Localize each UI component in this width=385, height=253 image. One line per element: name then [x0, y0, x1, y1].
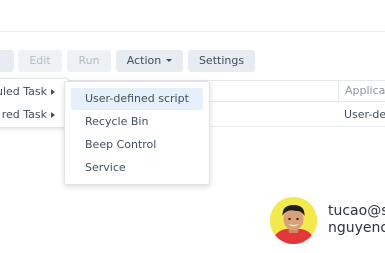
submenu-item-user-defined-script[interactable]: User-defined script: [71, 88, 203, 110]
column-header-application[interactable]: Applicat: [338, 81, 385, 101]
edit-button[interactable]: Edit: [18, 50, 62, 72]
settings-button[interactable]: Settings: [188, 50, 255, 72]
menu-item-triggered-task[interactable]: red Task: [0, 104, 68, 126]
create-button[interactable]: [0, 50, 14, 72]
window-titlebar: [0, 0, 385, 32]
chevron-right-icon: [51, 89, 55, 95]
submenu-item-recycle-bin[interactable]: Recycle Bin: [71, 111, 203, 133]
submenu-item-beep-control[interactable]: Beep Control: [71, 134, 203, 156]
user-name: nguyeno: [328, 220, 385, 236]
avatar: [270, 197, 317, 244]
menu-item-scheduled-task[interactable]: uled Task: [0, 81, 68, 103]
action-button[interactable]: Action: [116, 50, 183, 72]
caret-down-icon: [166, 58, 173, 62]
create-menu: uled Task red Task: [0, 78, 69, 128]
menu-item-label: red Task: [1, 108, 47, 121]
chevron-right-icon: [51, 112, 55, 118]
run-button[interactable]: Run: [67, 50, 111, 72]
user-email: tucao@s: [328, 203, 385, 219]
user-info: tucao@s nguyeno: [328, 203, 385, 237]
scheduled-task-submenu: User-defined script Recycle Bin Beep Con…: [64, 81, 210, 185]
submenu-item-service[interactable]: Service: [71, 157, 203, 179]
cell-application: User-de: [344, 108, 385, 121]
menu-item-label: uled Task: [0, 85, 47, 98]
person-avatar-icon: [270, 197, 317, 244]
action-button-label: Action: [126, 54, 162, 67]
